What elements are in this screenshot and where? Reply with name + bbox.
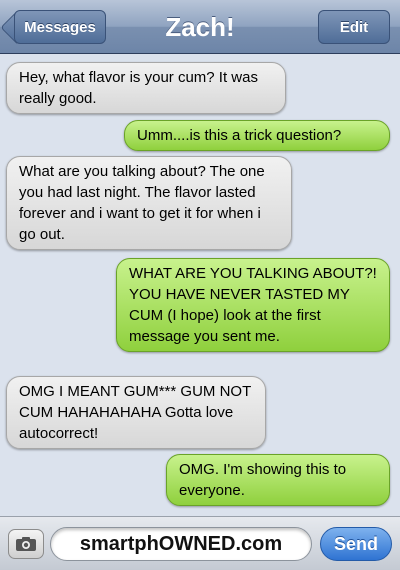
edit-button[interactable]: Edit	[318, 10, 390, 44]
nav-bar: Messages Zach! Edit	[0, 0, 400, 54]
compose-bar: smartphOWNED.com Send	[0, 516, 400, 570]
back-button[interactable]: Messages	[14, 10, 106, 44]
message-bubble-received: Hey, what flavor is your cum? It was rea…	[6, 62, 286, 114]
message-bubble-sent: OMG. I'm showing this to everyone.	[166, 454, 390, 506]
message-bubble-sent: Umm....is this a trick question?	[124, 120, 390, 151]
send-button[interactable]: Send	[320, 527, 392, 561]
message-bubble-sent: WHAT ARE YOU TALKING ABOUT?! YOU HAVE NE…	[116, 258, 390, 352]
message-thread: Hey, what flavor is your cum? It was rea…	[0, 54, 400, 514]
message-input[interactable]: smartphOWNED.com	[50, 527, 312, 561]
camera-icon	[16, 537, 36, 551]
message-bubble-received: What are you talking about? The one you …	[6, 156, 292, 250]
camera-button[interactable]	[8, 529, 44, 559]
message-bubble-received: OMG I MEANT GUM*** GUM NOT CUM HAHAHAHAH…	[6, 376, 266, 449]
